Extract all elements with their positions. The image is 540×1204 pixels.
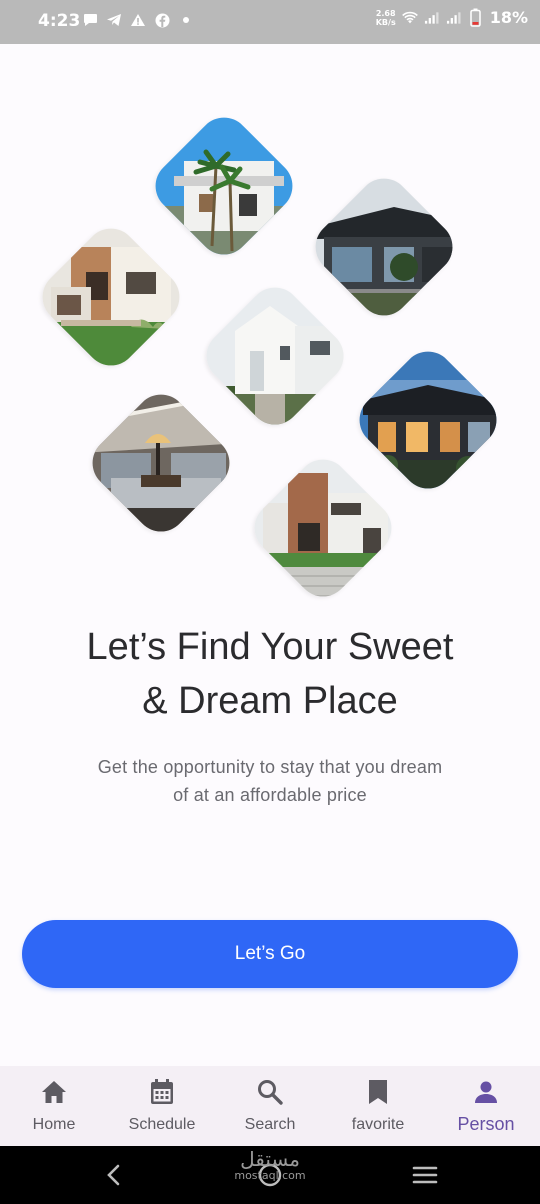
collage-image-brick-townhouse <box>243 448 403 608</box>
status-bar: 4:23 2.68 KB/s 18% <box>0 0 540 44</box>
watermark: مستقل mostaql.com <box>232 1148 308 1182</box>
watermark-latin: mostaql.com <box>234 1169 306 1182</box>
bottom-navigation: Home Schedule Search favorite Person <box>0 1066 540 1146</box>
battery-icon <box>468 8 484 27</box>
watermark-arabic: مستقل <box>240 1147 300 1171</box>
subtitle-line-2: of at an affordable price <box>173 785 367 805</box>
nav-label-schedule: Schedule <box>128 1116 196 1133</box>
nav-item-person[interactable]: Person <box>432 1066 540 1146</box>
onboarding-subtitle: Get the opportunity to stay that you dre… <box>70 753 470 809</box>
nav-item-schedule[interactable]: Schedule <box>108 1066 216 1146</box>
headline-line-1: Let’s Find Your Sweet <box>86 626 454 668</box>
home-icon <box>40 1078 68 1106</box>
collage-image-palm-house <box>144 106 304 266</box>
recents-menu-icon[interactable] <box>410 1160 440 1190</box>
battery-percent: 18% <box>489 8 528 27</box>
lets-go-button[interactable]: Let’s Go <box>22 920 518 988</box>
signal-icon <box>424 10 440 26</box>
facebook-icon <box>154 12 170 28</box>
net-speed-value: 2.68 <box>375 8 396 18</box>
status-time: 4:23 <box>38 11 81 31</box>
person-icon <box>472 1078 500 1106</box>
collage-image-dusk-house <box>348 340 508 500</box>
chat-bubble-icon <box>82 12 98 28</box>
telegram-icon <box>106 12 122 28</box>
onboarding-headline: Let’s Find Your Sweet & Dream Place <box>0 620 540 728</box>
signal-icon <box>446 10 462 26</box>
collage-image-white-house <box>195 276 355 436</box>
search-icon <box>256 1078 284 1106</box>
nav-item-search[interactable]: Search <box>216 1066 324 1146</box>
net-speed-unit: KB/s <box>375 17 396 27</box>
status-right: 2.68 KB/s 18% <box>376 8 528 27</box>
nav-label-person: Person <box>457 1114 515 1134</box>
warning-icon <box>130 12 146 28</box>
net-speed: 2.68 KB/s <box>376 9 396 27</box>
collage-image-patio-lounge <box>81 383 241 543</box>
notification-icons <box>82 12 194 28</box>
nav-label-home: Home <box>32 1116 76 1133</box>
property-collage <box>0 100 540 610</box>
headline-line-2: & Dream Place <box>142 680 398 722</box>
back-icon[interactable] <box>98 1160 128 1190</box>
calendar-icon <box>148 1078 176 1106</box>
nav-item-favorite[interactable]: favorite <box>324 1066 432 1146</box>
dot-icon <box>178 12 194 28</box>
bookmark-icon <box>364 1078 392 1106</box>
nav-item-home[interactable]: Home <box>0 1066 108 1146</box>
nav-label-search: Search <box>244 1116 296 1133</box>
nav-label-favorite: favorite <box>351 1116 405 1133</box>
subtitle-line-1: Get the opportunity to stay that you dre… <box>97 757 443 777</box>
collage-image-dark-modern-house <box>304 167 464 327</box>
wifi-icon <box>401 10 418 26</box>
collage-image-brick-house-lawn <box>31 217 191 377</box>
